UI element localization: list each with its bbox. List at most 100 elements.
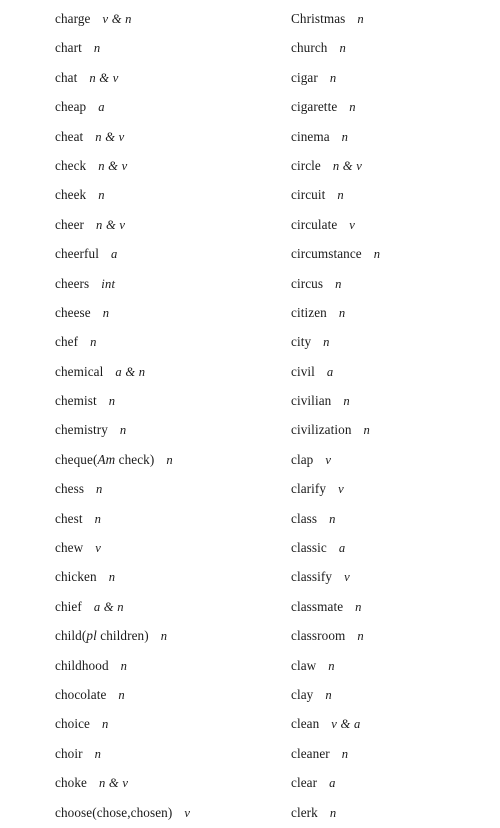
entry-part-of-speech: v & a bbox=[331, 717, 361, 732]
vocabulary-entry: clear a bbox=[291, 768, 500, 797]
entry-part-of-speech: n bbox=[355, 599, 362, 614]
entry-headword: circumstance bbox=[291, 246, 362, 262]
vocabulary-entry: cheek n bbox=[55, 180, 291, 209]
vocabulary-entry: chief a & n bbox=[55, 592, 291, 621]
vocabulary-entry: clay n bbox=[291, 680, 500, 709]
vocabulary-entry: claw n bbox=[291, 651, 500, 680]
vocabulary-entry: check n & v bbox=[55, 151, 291, 180]
vocabulary-entry: cigarette n bbox=[291, 92, 500, 121]
vocabulary-entry: cinema n bbox=[291, 122, 500, 151]
entry-part-of-speech: n bbox=[93, 41, 101, 56]
vocabulary-entry: child(pl children) n bbox=[55, 621, 291, 650]
entry-headword: city bbox=[291, 334, 312, 350]
entry-part-of-speech: n bbox=[119, 423, 127, 438]
entry-headword: Christmas bbox=[291, 11, 346, 26]
vocabulary-entry: chew v bbox=[55, 533, 291, 562]
entry-headword: cheese bbox=[55, 304, 91, 320]
entry-headword: chemist bbox=[55, 393, 97, 409]
entry-headword: chief bbox=[55, 598, 82, 614]
vocabulary-entry: cheers int bbox=[55, 269, 291, 298]
entry-part-of-speech: n bbox=[329, 70, 337, 85]
entry-part-of-speech: n bbox=[118, 687, 125, 702]
entry-part-of-speech: v bbox=[338, 482, 344, 497]
vocabulary-entry: chicken n bbox=[55, 562, 291, 591]
entry-headword: clay bbox=[291, 686, 314, 702]
vocabulary-entry: charge v & n bbox=[55, 4, 291, 33]
entry-headword: cheque(Am check) bbox=[55, 451, 155, 467]
entry-part-of-speech: v bbox=[344, 570, 350, 585]
entry-part-of-speech: n bbox=[94, 746, 102, 761]
entry-headword: chest bbox=[55, 510, 83, 526]
entry-part-of-speech: v bbox=[349, 217, 356, 232]
entry-part-of-speech: a bbox=[326, 364, 334, 379]
vocabulary-entry: choir n bbox=[55, 739, 291, 768]
entry-headword: check bbox=[55, 157, 87, 173]
vocabulary-column-left: charge v & n chart n chat n & v cheap a cheat n &… bbox=[0, 0, 291, 827]
vocabulary-entry: civil a bbox=[291, 357, 500, 386]
vocabulary-entry: clean v & a bbox=[291, 709, 500, 738]
entry-part-of-speech: n bbox=[96, 482, 103, 497]
entry-part-of-speech: n bbox=[94, 511, 102, 526]
vocabulary-entry: chemistry n bbox=[55, 415, 291, 444]
entry-part-of-speech: n bbox=[325, 687, 332, 702]
vocabulary-entry: circumstance n bbox=[291, 239, 500, 268]
entry-part-of-speech: n bbox=[90, 335, 97, 350]
vocabulary-entry: cheque(Am check) n bbox=[55, 445, 291, 474]
vocabulary-entry: classroom n bbox=[291, 621, 500, 650]
vocabulary-entry: choose(chose,chosen) v bbox=[55, 798, 291, 827]
vocabulary-entry: classic a bbox=[291, 533, 500, 562]
entry-headword: clean bbox=[291, 716, 320, 732]
entry-part-of-speech: n & v bbox=[89, 70, 119, 85]
entry-part-of-speech: v bbox=[325, 452, 332, 467]
vocabulary-entry: cheap a bbox=[55, 92, 291, 121]
entry-headword: civilian bbox=[291, 393, 332, 409]
vocabulary-entry: childhood n bbox=[55, 651, 291, 680]
entry-headword: church bbox=[291, 40, 328, 56]
entry-headword: classmate bbox=[291, 598, 344, 614]
entry-part-of-speech: n bbox=[357, 629, 364, 644]
entry-part-of-speech: a bbox=[329, 776, 336, 791]
entry-part-of-speech: a & n bbox=[93, 599, 124, 614]
entry-part-of-speech: a bbox=[338, 541, 346, 556]
entry-part-of-speech: a & n bbox=[115, 364, 146, 379]
vocabulary-entry: choice n bbox=[55, 709, 291, 738]
entry-part-of-speech: v & n bbox=[102, 12, 132, 26]
entry-headword: chemical bbox=[55, 363, 104, 379]
entry-headword: chess bbox=[55, 481, 85, 497]
entry-headword: chef bbox=[55, 334, 79, 350]
entry-part-of-speech: n bbox=[341, 746, 349, 761]
entry-part-of-speech: n bbox=[120, 658, 128, 673]
vocabulary-entry: chat n & v bbox=[55, 63, 291, 92]
entry-headword-italic-note: Am bbox=[97, 451, 116, 467]
entry-part-of-speech: n bbox=[323, 335, 330, 350]
entry-part-of-speech: n bbox=[335, 276, 342, 291]
entry-headword-italic-note: pl bbox=[86, 628, 97, 644]
vocabulary-entry: cleaner n bbox=[291, 739, 500, 768]
entry-part-of-speech: n bbox=[337, 188, 344, 203]
vocabulary-entry: cigar n bbox=[291, 63, 500, 92]
entry-headword: clear bbox=[291, 775, 318, 791]
entry-headword: chew bbox=[55, 540, 84, 556]
entry-headword: cheer bbox=[55, 216, 85, 232]
vocabulary-columns: charge v & n chart n chat n & v cheap a cheat n &… bbox=[0, 0, 500, 827]
vocabulary-entry: cheerful a bbox=[55, 239, 291, 268]
entry-headword: cheap bbox=[55, 99, 87, 115]
entry-part-of-speech: n bbox=[160, 629, 168, 644]
entry-part-of-speech: n bbox=[98, 188, 105, 203]
entry-headword: choke bbox=[55, 775, 87, 791]
entry-headword: claw bbox=[291, 657, 317, 673]
vocabulary-column-right: Christmas n church n cigar n cigarette n cinema n… bbox=[291, 0, 500, 827]
vocabulary-entry: chef n bbox=[55, 327, 291, 356]
entry-part-of-speech: n bbox=[357, 12, 364, 26]
entry-part-of-speech: n bbox=[343, 394, 350, 409]
entry-headword: clap bbox=[291, 451, 314, 467]
vocabulary-entry: chess n bbox=[55, 474, 291, 503]
entry-part-of-speech: n bbox=[329, 805, 337, 820]
entry-headword: cigar bbox=[291, 69, 318, 85]
entry-part-of-speech: n bbox=[349, 100, 356, 115]
entry-headword: classic bbox=[291, 540, 327, 556]
entry-headword: child(pl children) bbox=[55, 628, 149, 644]
vocabulary-entry: classmate n bbox=[291, 592, 500, 621]
vocabulary-entry: circulate v bbox=[291, 210, 500, 239]
vocabulary-entry: chemical a & n bbox=[55, 357, 291, 386]
